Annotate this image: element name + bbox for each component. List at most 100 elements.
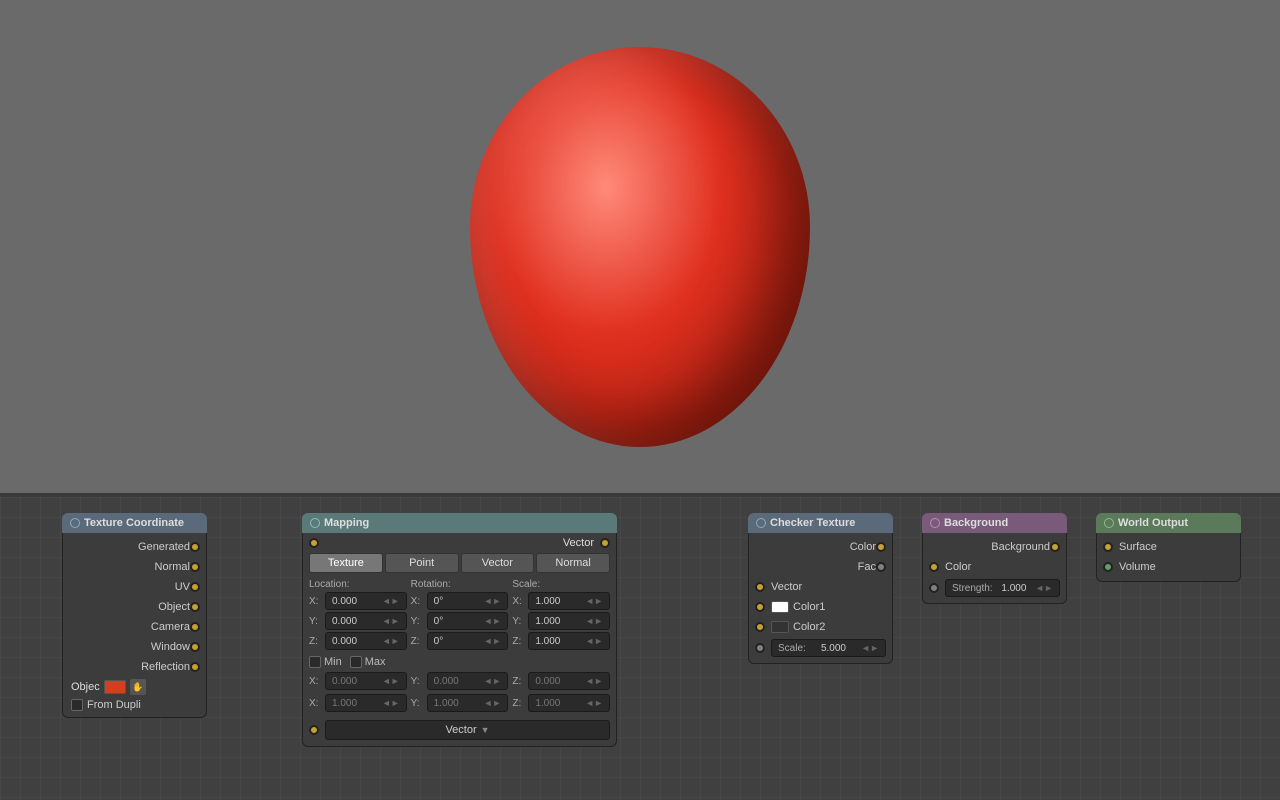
checker-color-out-label: Color [755, 541, 876, 553]
loc-x-input[interactable]: 0.000 ◄► [325, 592, 407, 610]
mapping-vector-in-socket[interactable] [309, 538, 319, 548]
checker-scale-row: Scale: 5.000 ◄► [749, 637, 892, 659]
world-output-volume-row: Volume [1097, 557, 1240, 577]
checker-color1-row: Color1 [749, 597, 892, 617]
tex-coord-object-label: Object [69, 601, 190, 613]
socket-checker-vector-in[interactable] [755, 582, 765, 592]
rot-y-input[interactable]: 0° ◄► [427, 612, 509, 630]
tex-coord-normal-label: Normal [69, 561, 190, 573]
checker-fac-out-row: Fac [749, 557, 892, 577]
min-x-input[interactable]: 0.000 ◄► [325, 672, 407, 690]
socket-window-out[interactable] [190, 642, 200, 652]
node-background: Background Background Color Strength: 1.… [922, 513, 1067, 604]
checker-color1-label: Color1 [793, 601, 886, 613]
node-world-output-header[interactable]: World Output [1096, 513, 1241, 533]
tab-texture[interactable]: Texture [309, 553, 383, 573]
tex-coord-obj-row: Objec ✋ [63, 677, 206, 697]
tex-coord-camera-label: Camera [69, 621, 190, 633]
socket-background-strength-in[interactable] [929, 583, 939, 593]
socket-background-color-in[interactable] [929, 562, 939, 572]
rot-x-input[interactable]: 0° ◄► [427, 592, 509, 610]
tab-normal[interactable]: Normal [536, 553, 610, 573]
checker-color-out-row: Color [749, 537, 892, 557]
tab-point[interactable]: Point [385, 553, 459, 573]
node-world-output: World Output Surface Volume [1096, 513, 1241, 582]
max-checkbox[interactable] [350, 656, 362, 668]
max-checkbox-label[interactable]: Max [350, 656, 386, 668]
vector-selector-row: Vector ▼ [309, 718, 610, 742]
tex-coord-normal-row: Normal [63, 557, 206, 577]
socket-checker-scale-in[interactable] [755, 643, 765, 653]
socket-object-out[interactable] [190, 602, 200, 612]
scale-label: Scale: [512, 579, 610, 590]
scale-y-input[interactable]: 1.000 ◄► [528, 612, 610, 630]
vector-selector-label: Vector [445, 724, 476, 736]
from-dupli-checkbox[interactable] [71, 699, 83, 711]
rot-z-label: Z: [411, 636, 425, 647]
background-out-row: Background [923, 537, 1066, 557]
min-checkbox-label[interactable]: Min [309, 656, 342, 668]
loc-y-input[interactable]: 0.000 ◄► [325, 612, 407, 630]
eyedropper-button[interactable]: ✋ [130, 679, 146, 695]
socket-world-volume-in[interactable] [1103, 562, 1113, 572]
max-z-input[interactable]: 1.000 ◄► [528, 694, 610, 712]
mapping-vector-out-socket[interactable] [600, 538, 610, 548]
node-world-output-title: World Output [1118, 517, 1188, 529]
obj-color-swatch[interactable] [104, 680, 126, 694]
tex-coord-camera-row: Camera [63, 617, 206, 637]
node-checker-texture: Checker Texture Color Fac Vector Col [748, 513, 893, 664]
tex-coord-uv-row: UV [63, 577, 206, 597]
socket-checker-color1-in[interactable] [755, 602, 765, 612]
rot-z-input[interactable]: 0° ◄► [427, 632, 509, 650]
loc-z-input[interactable]: 0.000 ◄► [325, 632, 407, 650]
mapping-bottom-socket[interactable] [309, 725, 319, 735]
minmax-row: Min Max [309, 656, 610, 668]
max-x-input[interactable]: 1.000 ◄► [325, 694, 407, 712]
checker-scale-value: 5.000 [821, 643, 846, 654]
min-z-input[interactable]: 0.000 ◄► [528, 672, 610, 690]
vector-selector[interactable]: Vector ▼ [325, 720, 610, 740]
tex-coord-generated-row: Generated [63, 537, 206, 557]
tex-coord-window-label: Window [69, 641, 190, 653]
socket-world-surface-in[interactable] [1103, 542, 1113, 552]
background-strength-input[interactable]: Strength: 1.000 ◄► [945, 579, 1060, 597]
node-mapping-header[interactable]: Mapping [302, 513, 617, 533]
strength-prefix: Strength: [952, 583, 993, 594]
scale-z-input[interactable]: 1.000 ◄► [528, 632, 610, 650]
node-background-header[interactable]: Background [922, 513, 1067, 533]
min-label: Min [324, 656, 342, 668]
checker-vector-in-label: Vector [771, 581, 886, 593]
node-mapping: Mapping Vector Texture Point Vector Norm… [302, 513, 617, 747]
world-output-volume-label: Volume [1119, 561, 1234, 573]
socket-uv-out[interactable] [190, 582, 200, 592]
loc-z-label: Z: [309, 636, 323, 647]
scale-x-input[interactable]: 1.000 ◄► [528, 592, 610, 610]
socket-checker-color-out[interactable] [876, 542, 886, 552]
socket-reflection-out[interactable] [190, 662, 200, 672]
color2-swatch[interactable] [771, 621, 789, 633]
socket-normal-out[interactable] [190, 562, 200, 572]
node-checker-header[interactable]: Checker Texture [748, 513, 893, 533]
color1-swatch[interactable] [771, 601, 789, 613]
socket-camera-out[interactable] [190, 622, 200, 632]
tab-vector[interactable]: Vector [461, 553, 535, 573]
checker-scale-input[interactable]: Scale: 5.000 ◄► [771, 639, 886, 657]
checker-color2-row: Color2 [749, 617, 892, 637]
node-checker-title: Checker Texture [770, 517, 855, 529]
min-y-input[interactable]: 0.000 ◄► [427, 672, 509, 690]
scale-y-label: Y: [512, 616, 526, 627]
node-tex-coord-header[interactable]: Texture Coordinate [62, 513, 207, 533]
socket-checker-fac-out[interactable] [876, 562, 886, 572]
tex-coord-reflection-label: Reflection [69, 661, 190, 673]
max-label: Max [365, 656, 386, 668]
checker-color2-label: Color2 [793, 621, 886, 633]
max-y-input[interactable]: 1.000 ◄► [427, 694, 509, 712]
socket-checker-color2-in[interactable] [755, 622, 765, 632]
min-checkbox[interactable] [309, 656, 321, 668]
tex-coord-obj-label: Objec [71, 681, 100, 693]
from-dupli-row: From Dupli [63, 697, 206, 713]
tex-coord-window-row: Window [63, 637, 206, 657]
background-color-in-label: Color [945, 561, 1060, 573]
socket-generated-out[interactable] [190, 542, 200, 552]
socket-background-out[interactable] [1050, 542, 1060, 552]
